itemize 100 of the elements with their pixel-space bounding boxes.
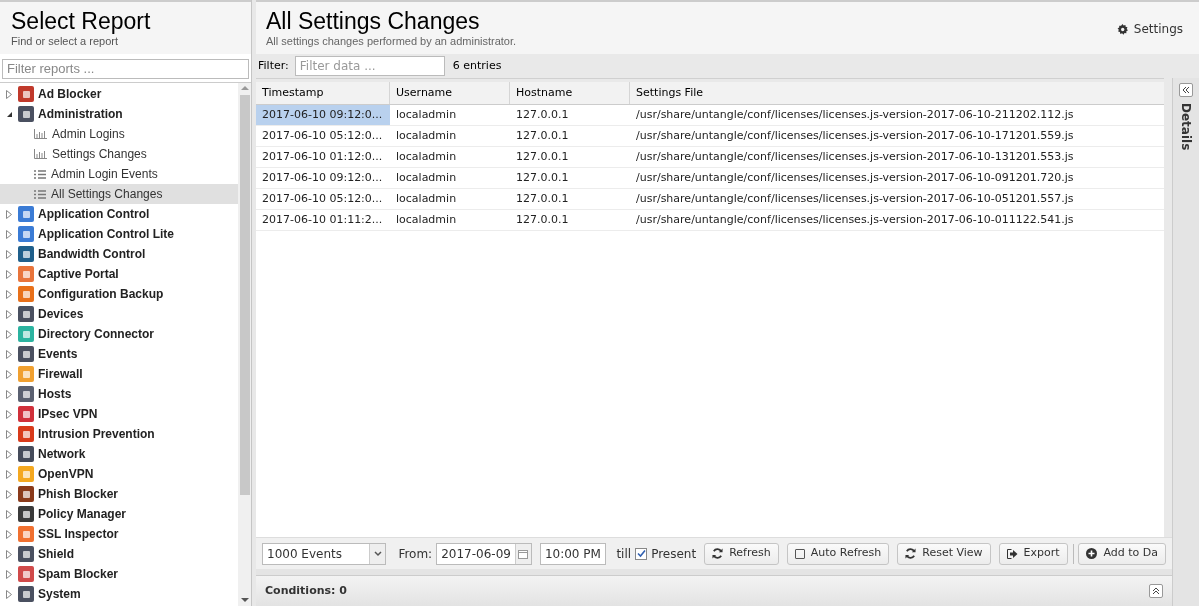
- tree-item[interactable]: Bandwidth Control: [0, 244, 238, 264]
- table-cell[interactable]: 2017-06-10 09:12:0...: [256, 168, 390, 188]
- expand-arrow-icon[interactable]: [6, 509, 14, 519]
- tree-item[interactable]: Policy Manager: [0, 504, 238, 524]
- table-cell[interactable]: 127.0.0.1: [510, 168, 630, 188]
- tree-item[interactable]: SSL Inspector: [0, 524, 238, 544]
- filter-label: Filter:: [258, 57, 289, 74]
- expand-arrow-icon[interactable]: [6, 429, 14, 439]
- toolbar-button[interactable]: Refresh: [704, 542, 779, 565]
- table-cell[interactable]: /usr/share/untangle/conf/licenses/licenses.js-version-2017-06-10-211202.112.js: [630, 105, 1164, 125]
- table-cell[interactable]: /usr/share/untangle/conf/licenses/licenses.js-version-2017-06-10-171201.559.js: [630, 126, 1164, 146]
- tree-item[interactable]: Spam Blocker: [0, 564, 238, 584]
- expand-arrow-icon[interactable]: [6, 269, 14, 279]
- table-cell[interactable]: 127.0.0.1: [510, 105, 630, 125]
- column-header[interactable]: Settings File: [630, 82, 1164, 104]
- expand-arrow-icon[interactable]: [6, 469, 14, 479]
- table-cell[interactable]: 127.0.0.1: [510, 126, 630, 146]
- time-dropdown[interactable]: 10:00 PM: [539, 542, 607, 565]
- tree-item[interactable]: IPsec VPN: [0, 404, 238, 424]
- expand-arrow-icon[interactable]: [6, 349, 14, 359]
- table-cell[interactable]: /usr/share/untangle/conf/licenses/licenses.js-version-2017-06-10-011122.541.js: [630, 210, 1164, 230]
- toolbar-button[interactable]: Export: [998, 542, 1068, 565]
- expand-arrow-icon[interactable]: [6, 249, 14, 259]
- expand-arrow-icon[interactable]: [6, 549, 14, 559]
- details-tab[interactable]: Details: [1177, 103, 1195, 151]
- tree-item[interactable]: Configuration Backup: [0, 284, 238, 304]
- scrollbar-track[interactable]: [1164, 78, 1172, 537]
- table-cell[interactable]: localadmin: [390, 147, 510, 167]
- tree-item[interactable]: Events: [0, 344, 238, 364]
- expand-arrow-icon[interactable]: [6, 289, 14, 299]
- report-item[interactable]: All Settings Changes: [0, 184, 238, 204]
- column-header[interactable]: Hostname: [510, 82, 630, 104]
- auto-refresh-toggle[interactable]: Auto Refresh: [786, 542, 890, 565]
- table-cell[interactable]: localadmin: [390, 168, 510, 188]
- table-cell[interactable]: 127.0.0.1: [510, 189, 630, 209]
- filter-data-field[interactable]: Filter data ...: [294, 56, 445, 76]
- table-cell[interactable]: /usr/share/untangle/conf/licenses/licenses.js-version-2017-06-10-051201.557.js: [630, 189, 1164, 209]
- tree-item[interactable]: Ad Blocker: [0, 84, 238, 104]
- table-cell[interactable]: localadmin: [390, 189, 510, 209]
- tree-item[interactable]: Intrusion Prevention: [0, 424, 238, 444]
- sidebar-subtitle: Find or select a report: [11, 34, 119, 48]
- from-label: From:: [398, 545, 433, 563]
- toolbar-button[interactable]: Reset View: [897, 542, 991, 565]
- expand-arrow-icon[interactable]: [6, 489, 14, 499]
- expand-arrow-icon[interactable]: [6, 389, 14, 399]
- tree-item[interactable]: Shield: [0, 544, 238, 564]
- expand-arrow-icon[interactable]: [6, 209, 14, 219]
- column-header[interactable]: Timestamp: [256, 82, 390, 104]
- expand-arrow-icon[interactable]: [6, 409, 14, 419]
- expand-arrow-icon[interactable]: [6, 229, 14, 239]
- report-item[interactable]: Admin Login Events: [0, 164, 238, 184]
- expand-arrow-icon[interactable]: [6, 329, 14, 339]
- collapse-arrow-icon[interactable]: [6, 110, 14, 118]
- tree-item[interactable]: Captive Portal: [0, 264, 238, 284]
- report-item[interactable]: Settings Changes: [0, 144, 238, 164]
- tree-item[interactable]: Application Control Lite: [0, 224, 238, 244]
- expand-arrow-icon[interactable]: [6, 569, 14, 579]
- tree-item[interactable]: Administration: [0, 104, 238, 124]
- expand-arrow-icon[interactable]: [6, 449, 14, 459]
- tree-item[interactable]: Application Control: [0, 204, 238, 224]
- present-checkbox[interactable]: Present: [635, 544, 697, 563]
- settings-button[interactable]: Settings: [1116, 20, 1183, 38]
- filter-reports-field[interactable]: Filter reports ...: [2, 58, 249, 79]
- toolbar-button[interactable]: Add to Da: [1078, 542, 1166, 565]
- expand-arrow-icon[interactable]: [6, 589, 14, 599]
- table-cell[interactable]: 2017-06-10 05:12:0...: [256, 189, 390, 209]
- expand-arrow-icon[interactable]: [6, 89, 14, 99]
- scrollbar[interactable]: [238, 83, 251, 606]
- column-header[interactable]: Username: [390, 82, 510, 104]
- table-cell[interactable]: /usr/share/untangle/conf/licenses/licenses.js-version-2017-06-10-131201.553.js: [630, 147, 1164, 167]
- tree-item[interactable]: Devices: [0, 304, 238, 324]
- table-cell[interactable]: 127.0.0.1: [510, 147, 630, 167]
- tree-item[interactable]: System: [0, 584, 238, 604]
- table-cell[interactable]: localadmin: [390, 105, 510, 125]
- tree-item[interactable]: OpenVPN: [0, 464, 238, 484]
- table-cell[interactable]: localadmin: [390, 126, 510, 146]
- expand-arrow-icon[interactable]: [6, 529, 14, 539]
- events-dropdown[interactable]: 1000 Events: [262, 542, 387, 565]
- table-cell[interactable]: /usr/share/untangle/conf/licenses/licenses.js-version-2017-06-10-091201.720.js: [630, 168, 1164, 188]
- tree-item-label: Application Control: [38, 206, 150, 223]
- table-cell[interactable]: 2017-06-10 05:12:0...: [256, 126, 390, 146]
- expand-arrow-icon[interactable]: [6, 369, 14, 379]
- calendar-icon[interactable]: [518, 548, 529, 559]
- table-cell[interactable]: localadmin: [390, 210, 510, 230]
- scroll-down-icon[interactable]: [240, 596, 249, 604]
- tree-item[interactable]: Firewall: [0, 364, 238, 384]
- expand-arrow-icon[interactable]: [6, 309, 14, 319]
- tree-item[interactable]: Hosts: [0, 384, 238, 404]
- tree-item[interactable]: Directory Connector: [0, 324, 238, 344]
- expand-up-icon[interactable]: [1149, 584, 1163, 598]
- date-field[interactable]: 2017-06-09: [436, 542, 532, 565]
- collapse-icon[interactable]: [1179, 83, 1193, 97]
- table-cell[interactable]: 2017-06-10 01:12:0...: [256, 147, 390, 167]
- table-cell[interactable]: 127.0.0.1: [510, 210, 630, 230]
- tree-item[interactable]: Phish Blocker: [0, 484, 238, 504]
- table-cell[interactable]: 2017-06-10 01:11:2...: [256, 210, 390, 230]
- report-item[interactable]: Admin Logins: [0, 124, 238, 144]
- table-cell[interactable]: 2017-06-10 09:12:0...: [256, 105, 390, 125]
- tree-item[interactable]: Network: [0, 444, 238, 464]
- tree-item-label: Application Control Lite: [38, 226, 174, 243]
